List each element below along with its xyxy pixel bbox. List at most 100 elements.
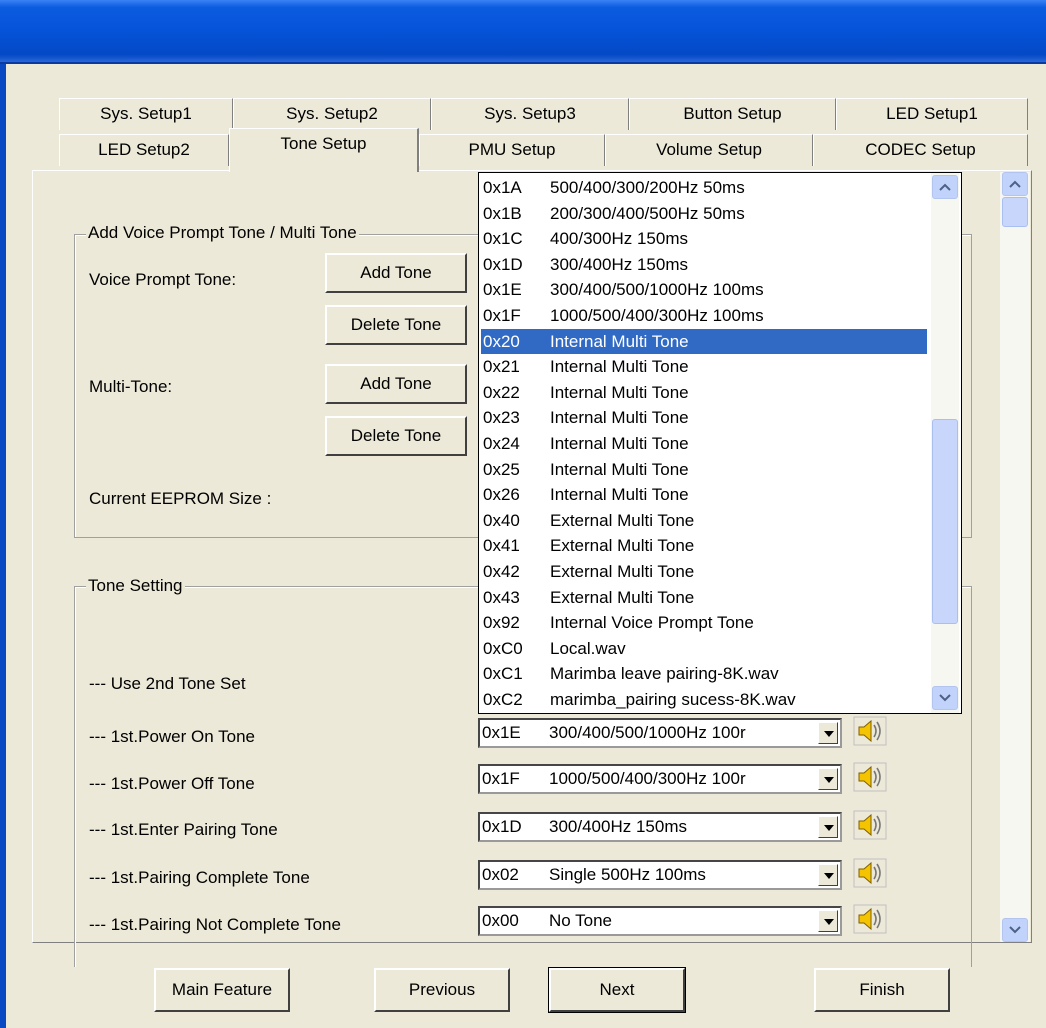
tab-button-setup[interactable]: Button Setup — [629, 98, 836, 130]
scroll-up-arrow-icon[interactable] — [1002, 172, 1028, 196]
dropdown-item-code: 0x1F — [483, 306, 521, 325]
scroll-up-arrow-icon[interactable] — [932, 175, 958, 199]
power-off-tone-label: --- 1st.Power Off Tone — [89, 774, 255, 793]
scroll-down-arrow-icon[interactable] — [1002, 918, 1028, 942]
dropdown-item[interactable]: 0x20 Internal Multi Tone — [481, 328, 927, 354]
scroll-down-arrow-icon[interactable] — [932, 686, 958, 710]
power-off-tone-code: 0x1F — [482, 769, 520, 788]
power-off-tone-select[interactable]: 0x1F 1000/500/400/300Hz 100r — [478, 764, 842, 794]
tab-codec-setup[interactable]: CODEC Setup — [813, 134, 1028, 166]
dropdown-item-code: 0xC0 — [483, 638, 523, 658]
dropdown-item-code: 0x1C — [483, 229, 523, 249]
main-feature-button[interactable]: Main Feature — [154, 968, 290, 1012]
dropdown-item[interactable]: 0x41 External Multi Tone — [481, 533, 927, 558]
dropdown-item-code: 0x41 — [483, 536, 520, 556]
dropdown-item-text: Internal Multi Tone — [550, 382, 689, 402]
dropdown-item[interactable]: 0x26 Internal Multi Tone — [481, 482, 927, 507]
dropdown-item-code: 0x21 — [483, 357, 520, 377]
chevron-down-icon[interactable] — [818, 816, 838, 838]
dropdown-item-text: 200/300/400/500Hz 50ms — [550, 203, 745, 223]
dropdown-item[interactable]: 0x21 Internal Multi Tone — [481, 354, 927, 379]
dropdown-item-text: Internal Multi Tone — [550, 331, 689, 351]
dropdown-item-code: 0x1D — [483, 254, 523, 274]
dropdown-item[interactable]: 0x1C 400/300Hz 150ms — [481, 226, 927, 251]
multi-tone-delete-tone-button[interactable]: Delete Tone — [325, 416, 467, 456]
dropdown-item[interactable]: 0x1E 300/400/500/1000Hz 100ms — [481, 277, 927, 302]
dropdown-item-code: 0x1B — [483, 203, 522, 223]
speaker-icon[interactable] — [853, 810, 887, 840]
speaker-icon[interactable] — [853, 762, 887, 792]
dropdown-item-code: 0x1E — [483, 280, 522, 300]
tab-tone-setup[interactable]: Tone Setup — [229, 128, 419, 172]
panel-scroll-thumb[interactable] — [1002, 197, 1028, 227]
dropdown-item-text: External Multi Tone — [550, 510, 695, 530]
power-on-tone-value: 300/400/500/1000Hz 100r — [549, 723, 746, 742]
voice-prompt-delete-tone-button[interactable]: Delete Tone — [325, 305, 467, 345]
tab-volume-setup[interactable]: Volume Setup — [605, 134, 813, 166]
dropdown-item[interactable]: 0x92 Internal Voice Prompt Tone — [481, 610, 927, 635]
panel-scrollbar[interactable] — [1000, 172, 1030, 942]
dropdown-item-code: 0x25 — [483, 459, 520, 479]
pairing-complete-tone-value: Single 500Hz 100ms — [549, 865, 706, 884]
chevron-down-icon[interactable] — [818, 864, 838, 886]
dropdown-item[interactable]: 0x1A 500/400/300/200Hz 50ms — [481, 175, 927, 200]
dropdown-item-code: 0x22 — [483, 382, 520, 402]
dropdown-item[interactable]: 0x40 External Multi Tone — [481, 508, 927, 533]
dropdown-item[interactable]: 0x1F 1000/500/400/300Hz 100ms — [481, 303, 927, 328]
dropdown-item[interactable]: 0xC1 Marimba leave pairing-8K.wav — [481, 661, 927, 686]
tab-sys-setup3[interactable]: Sys. Setup3 — [431, 98, 629, 130]
tab-led-setup1[interactable]: LED Setup1 — [836, 98, 1028, 130]
add-tone-group-title: Add Voice Prompt Tone / Multi Tone — [86, 223, 359, 243]
dropdown-item[interactable]: 0x1B 200/300/400/500Hz 50ms — [481, 201, 927, 226]
pairing-complete-tone-code: 0x02 — [482, 865, 519, 884]
dropdown-item[interactable]: 0x42 External Multi Tone — [481, 559, 927, 584]
chevron-down-icon[interactable] — [818, 910, 838, 932]
dropdown-item-text: Internal Multi Tone — [550, 357, 689, 377]
dropdown-scrollbar[interactable] — [931, 173, 959, 713]
dropdown-item-text: 300/400/500/1000Hz 100ms — [550, 280, 764, 300]
dropdown-item-text: Internal Multi Tone — [550, 459, 689, 479]
dropdown-item-text: Marimba leave pairing-8K.wav — [550, 664, 779, 684]
multi-tone-label: Multi-Tone: — [89, 377, 173, 396]
multi-tone-add-tone-button[interactable]: Add Tone — [325, 364, 467, 404]
dropdown-item[interactable]: 0x43 External Multi Tone — [481, 585, 927, 610]
speaker-icon[interactable] — [853, 904, 887, 934]
chevron-down-icon[interactable] — [818, 768, 838, 790]
enter-pairing-tone-select[interactable]: 0x1D 300/400Hz 150ms — [478, 812, 842, 842]
dropdown-item[interactable]: 0xC2 marimba_pairing sucess-8K.wav — [481, 687, 927, 712]
dropdown-item[interactable]: 0x24 Internal Multi Tone — [481, 431, 927, 456]
dropdown-item-code: 0x42 — [483, 562, 520, 581]
tone-dropdown-list[interactable]: 0x1A 500/400/300/200Hz 50ms 0x1B 200/300/40… — [478, 172, 962, 714]
dropdown-item[interactable]: 0x22 Internal Multi Tone — [481, 380, 927, 405]
tab-pmu-setup[interactable]: PMU Setup — [419, 134, 605, 166]
power-on-tone-select[interactable]: 0x1E 300/400/500/1000Hz 100r — [478, 718, 842, 748]
dropdown-scroll-thumb[interactable] — [932, 419, 958, 625]
tab-led-setup2[interactable]: LED Setup2 — [59, 134, 229, 166]
tab-sys-setup1[interactable]: Sys. Setup1 — [59, 98, 233, 130]
dropdown-item-code: 0x40 — [483, 510, 520, 530]
power-on-tone-label: --- 1st.Power On Tone — [89, 727, 255, 746]
previous-button[interactable]: Previous — [374, 968, 510, 1012]
pairing-not-complete-tone-select[interactable]: 0x00 No Tone — [478, 906, 842, 936]
tab-sys-setup2[interactable]: Sys. Setup2 — [233, 98, 431, 130]
dropdown-item[interactable]: 0x1D 300/400Hz 150ms — [481, 252, 927, 277]
dropdown-item[interactable]: 0x23 Internal Multi Tone — [481, 405, 927, 430]
enter-pairing-tone-code: 0x1D — [482, 817, 522, 836]
chevron-down-icon[interactable] — [818, 722, 838, 744]
dropdown-item-text: Internal Multi Tone — [550, 434, 689, 453]
pairing-complete-tone-label: --- 1st.Pairing Complete Tone — [89, 868, 310, 887]
dropdown-item-text: Internal Multi Tone — [550, 408, 689, 428]
power-off-tone-value: 1000/500/400/300Hz 100r — [549, 769, 746, 788]
next-button[interactable]: Next — [548, 967, 686, 1013]
title-bar — [0, 0, 1046, 64]
speaker-icon[interactable] — [853, 858, 887, 888]
dropdown-item-text: External Multi Tone — [550, 536, 695, 556]
dropdown-item[interactable]: 0x25 Internal Multi Tone — [481, 457, 927, 482]
pairing-complete-tone-select[interactable]: 0x02 Single 500Hz 100ms — [478, 860, 842, 890]
voice-prompt-add-tone-button[interactable]: Add Tone — [325, 253, 467, 293]
finish-button[interactable]: Finish — [814, 968, 950, 1012]
pairing-not-complete-tone-label: --- 1st.Pairing Not Complete Tone — [89, 915, 341, 934]
pairing-not-complete-tone-code: 0x00 — [482, 911, 519, 930]
dropdown-item[interactable]: 0xC0 Local.wav — [481, 636, 927, 661]
speaker-icon[interactable] — [853, 716, 887, 746]
